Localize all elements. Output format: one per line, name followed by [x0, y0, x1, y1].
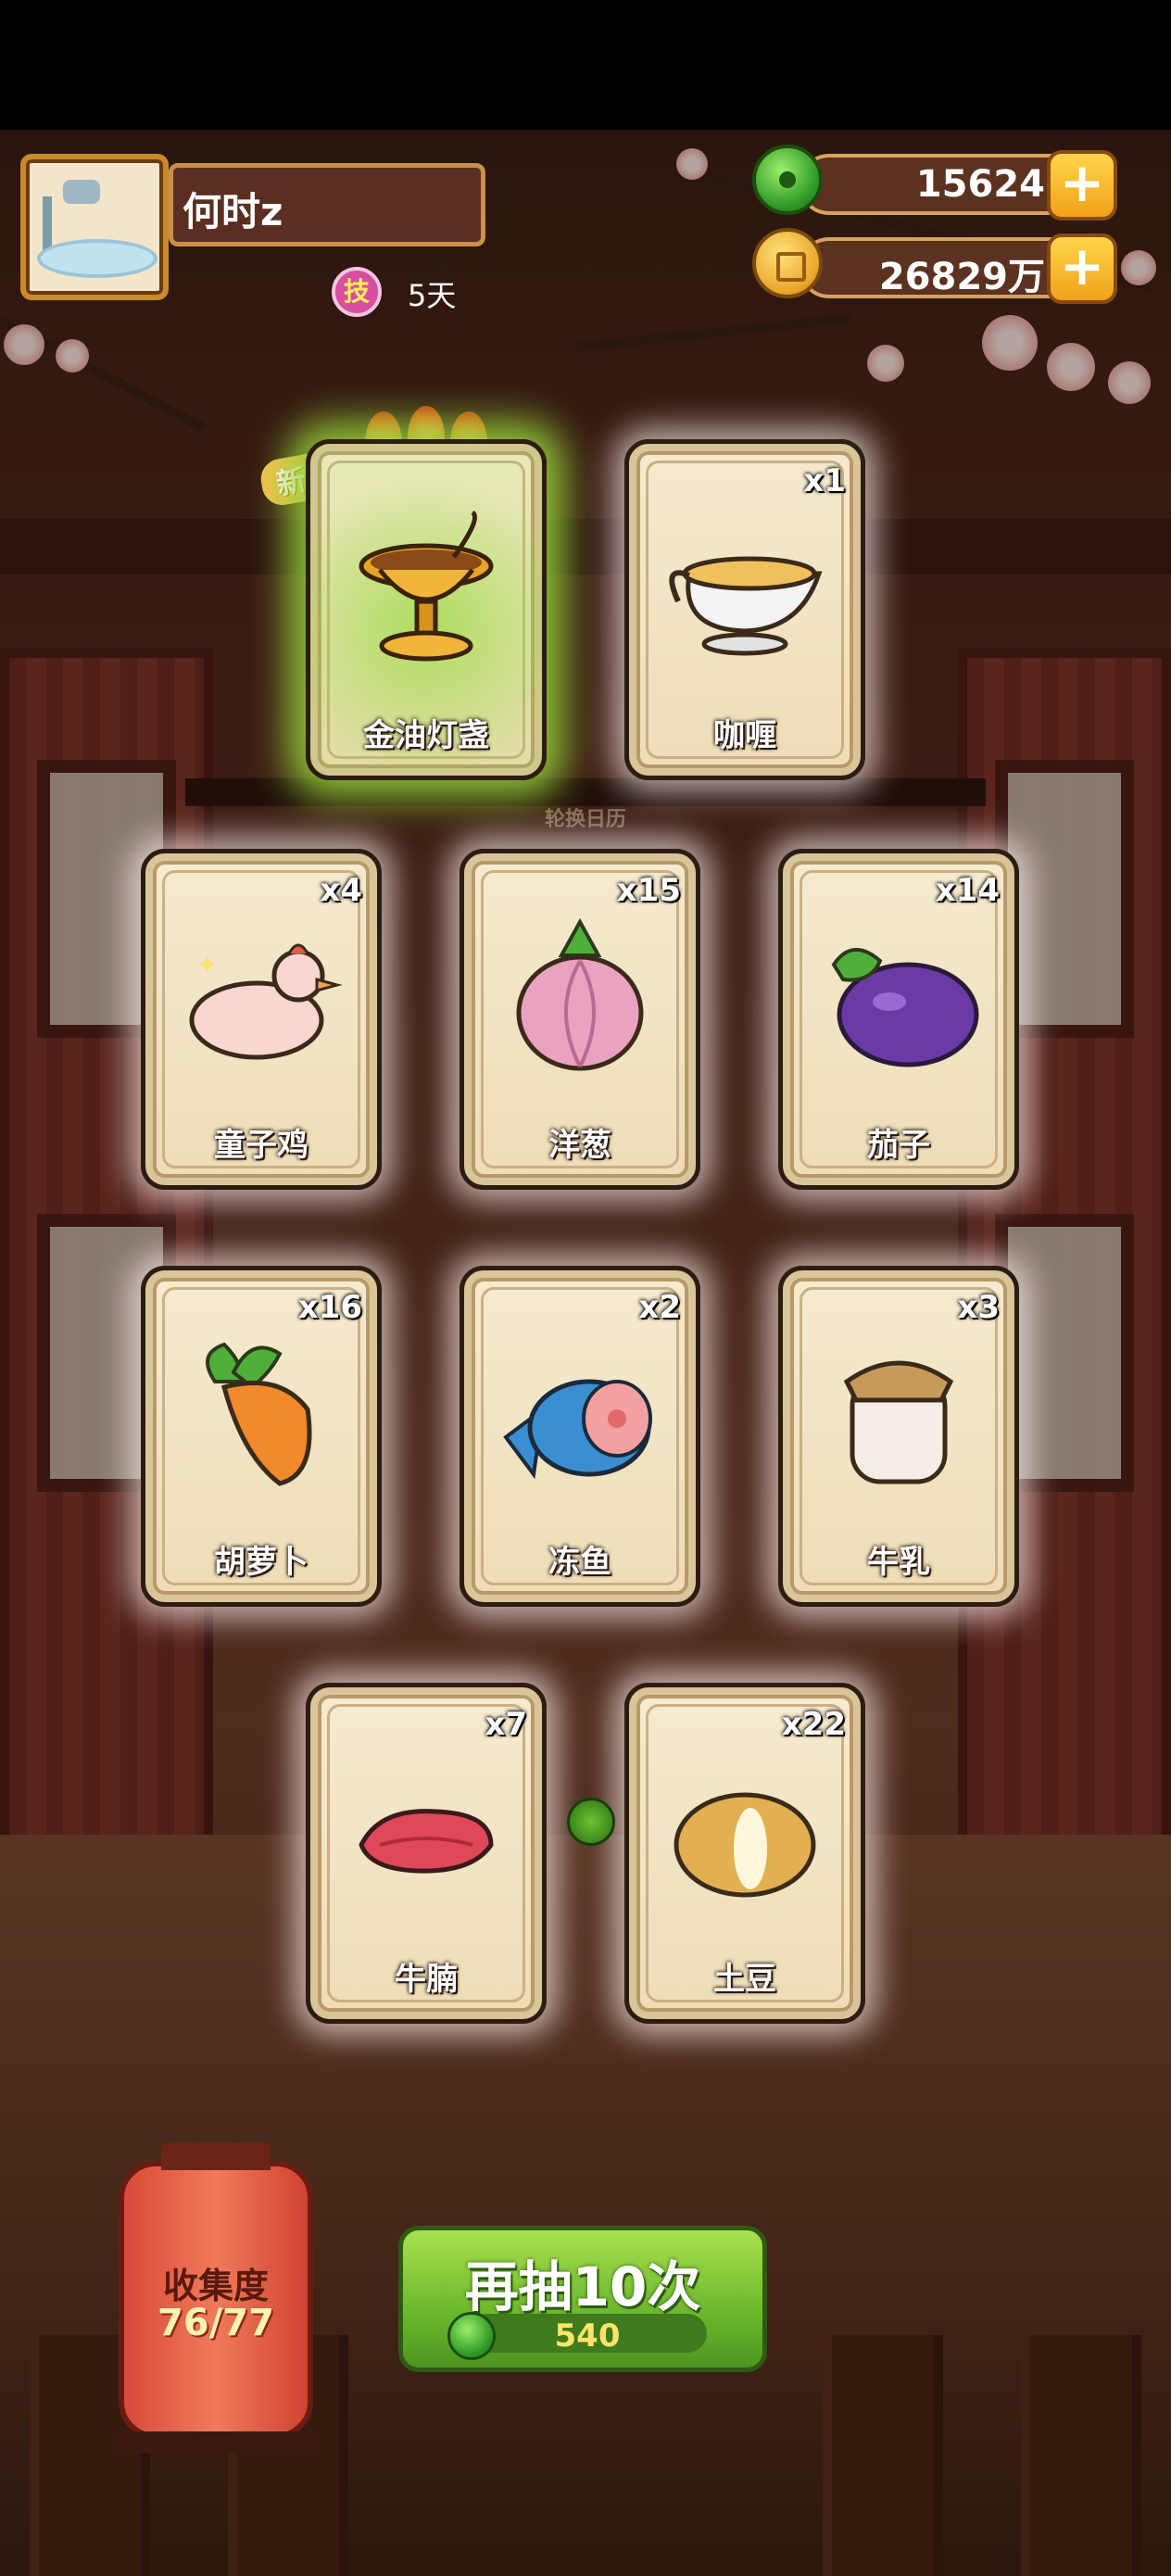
- card-name: 冻鱼: [548, 1544, 611, 1581]
- collection-lantern[interactable]: 收集度 76/77: [119, 2142, 313, 2439]
- onion-icon: [516, 918, 644, 1071]
- game-scene: 轮换日历 何时z 技 5天 15624 + 26829万 + 新! 金油灯盏 x…: [0, 130, 1171, 2576]
- player-name: 何时z: [183, 189, 283, 234]
- card-name: 牛乳: [867, 1544, 930, 1581]
- collection-progress: 76/77: [157, 2302, 274, 2344]
- card-spring-chicken[interactable]: x4 ✦ 童子鸡: [141, 849, 382, 1190]
- draw-cost: 540: [554, 2317, 621, 2355]
- skill-badge-icon[interactable]: 技: [332, 267, 382, 317]
- card-count: x4: [320, 872, 362, 909]
- draw-cost-bar: 540: [447, 2312, 707, 2360]
- card-frozen-fish[interactable]: x2 冻鱼: [460, 1266, 700, 1607]
- add-jade-button[interactable]: +: [1047, 150, 1117, 221]
- jade-token-icon: [567, 1798, 615, 1846]
- draw-10-again-button[interactable]: 再抽10次 540: [398, 2226, 767, 2372]
- card-name: 土豆: [713, 1961, 776, 1998]
- collection-label: 收集度: [162, 2266, 269, 2306]
- days-count: 5天: [408, 278, 457, 313]
- card-count: x14: [935, 872, 1000, 909]
- frozen-fish-icon: [503, 1379, 652, 1480]
- player-avatar[interactable]: [20, 154, 169, 300]
- card-name: 咖喱: [713, 717, 776, 754]
- card-name: 洋葱: [548, 1127, 611, 1164]
- spring-chicken-icon: ✦: [189, 943, 343, 1060]
- card-count: x1: [803, 462, 846, 499]
- card-name: 茄子: [867, 1127, 930, 1164]
- jade-currency-bar: 15624 +: [799, 150, 1117, 221]
- card-count: x15: [616, 872, 681, 909]
- eggplant-icon: [831, 947, 979, 1067]
- lantern-stand: [113, 2431, 319, 2454]
- card-name: 牛腩: [395, 1961, 458, 1998]
- curry-gravy-boat-icon: [669, 556, 823, 656]
- card-name: 胡萝卜: [214, 1544, 308, 1581]
- jade-icon: [752, 145, 823, 215]
- card-carrot[interactable]: x16 胡萝卜: [141, 1266, 382, 1607]
- card-count: x2: [638, 1289, 681, 1326]
- svg-text:✦: ✦: [196, 950, 218, 980]
- beef-brisket-icon: [359, 1809, 494, 1874]
- card-count: x16: [297, 1289, 362, 1326]
- coin-currency-bar: 26829万 +: [799, 234, 1117, 304]
- card-potato[interactable]: x22 土豆: [624, 1683, 865, 2024]
- card-beef-brisket[interactable]: x7 牛腩: [306, 1683, 547, 2024]
- jade-amount: 15624: [915, 163, 1045, 206]
- milk-jar-icon: [843, 1360, 954, 1484]
- carrot-icon: [206, 1342, 312, 1486]
- potato-icon: [674, 1792, 816, 1898]
- card-count: x3: [957, 1289, 1000, 1326]
- card-onion[interactable]: x15 洋葱: [460, 849, 700, 1190]
- oil-lamp-icon: [359, 510, 494, 662]
- card-milk[interactable]: x3 牛乳: [778, 1266, 1019, 1607]
- add-coins-button[interactable]: +: [1047, 234, 1117, 304]
- card-golden-oil-lamp[interactable]: 金油灯盏: [306, 439, 547, 780]
- card-count: x7: [485, 1706, 527, 1743]
- card-count: x22: [781, 1706, 846, 1743]
- player-name-plate: 何时z: [169, 163, 485, 246]
- card-eggplant[interactable]: x14 茄子: [778, 849, 1019, 1190]
- coin-icon: [752, 228, 823, 298]
- card-name: 金油灯盏: [363, 717, 489, 754]
- card-curry[interactable]: x1 咖喱: [624, 439, 865, 780]
- coin-amount: 26829万: [878, 256, 1045, 298]
- draw-button-label: 再抽10次: [464, 2255, 701, 2318]
- card-name: 童子鸡: [214, 1127, 308, 1164]
